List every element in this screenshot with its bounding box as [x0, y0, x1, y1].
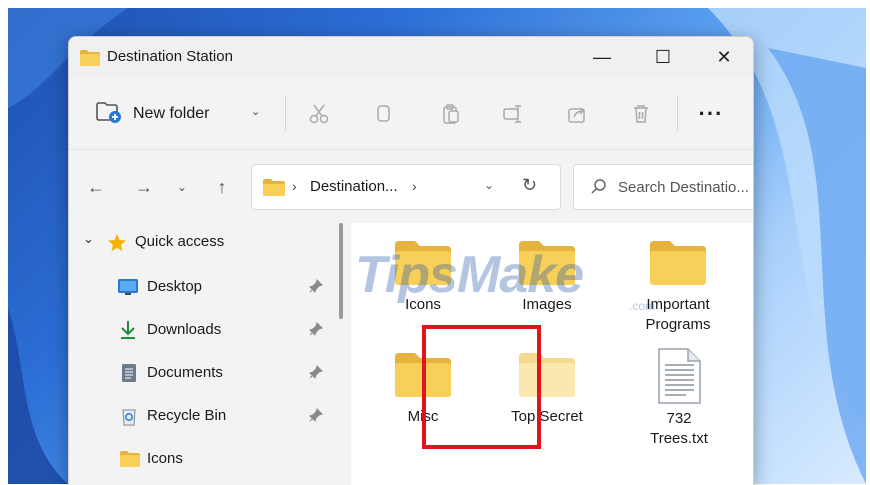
- toolbar-divider: [677, 95, 678, 131]
- minimize-button[interactable]: —: [571, 37, 633, 77]
- star-icon: [107, 233, 127, 258]
- folder-item-important-programs[interactable]: Important Programs: [623, 239, 733, 349]
- sidebar-item-quick-access[interactable]: ⌄ Quick access: [69, 223, 331, 263]
- back-button[interactable]: ←: [81, 172, 111, 202]
- document-icon: [121, 363, 137, 388]
- folder-item-icons[interactable]: Icons: [373, 239, 473, 349]
- folder-icon: [395, 353, 451, 397]
- breadcrumb-separator[interactable]: ›: [412, 178, 417, 194]
- command-bar: New folder ⌄ ···: [69, 77, 753, 149]
- sidebar-item-downloads[interactable]: Downloads: [69, 310, 331, 350]
- sidebar-item-label: Recycle Bin: [147, 407, 227, 424]
- share-icon: [568, 107, 585, 123]
- window-title: Destination Station: [107, 48, 233, 65]
- chevron-down-icon[interactable]: ⌄: [251, 105, 260, 118]
- pin-icon[interactable]: [309, 322, 323, 341]
- folder-icon: [519, 241, 575, 285]
- file-item-label: Top Secret: [511, 408, 583, 425]
- delete-icon: [634, 105, 648, 123]
- file-list: Icons Images Important Programs Misc Top…: [351, 223, 753, 485]
- navigation-pane-scrollbar[interactable]: [339, 223, 343, 319]
- address-bar[interactable]: › Destination... › ⌄ ↻: [251, 164, 561, 210]
- navigation-bar: ← → ⌄ ↑ › Destination... › ⌄ ↻: [69, 149, 753, 223]
- text-file-icon: [658, 348, 701, 404]
- rename-icon: [503, 105, 521, 123]
- search-icon: [590, 178, 608, 201]
- sidebar-item-label: Desktop: [147, 278, 203, 295]
- paste-button[interactable]: [435, 99, 467, 129]
- sidebar-item-label: Quick access: [135, 233, 225, 250]
- sidebar-item-desktop[interactable]: Desktop: [69, 267, 331, 307]
- copy-icon: [377, 105, 390, 122]
- file-item-label: 732 Trees.txt: [650, 410, 708, 447]
- up-arrow-icon: ↑: [217, 176, 227, 197]
- more-options-button[interactable]: ···: [691, 99, 731, 129]
- maximize-icon: ☐: [654, 46, 672, 67]
- folder-icon: [650, 241, 706, 285]
- file-item-label: Misc: [407, 408, 439, 425]
- toolbar-divider: [285, 95, 286, 131]
- address-history-dropdown[interactable]: ⌄: [484, 178, 494, 192]
- recent-locations-button[interactable]: ⌄: [167, 172, 197, 202]
- sidebar-item-label: Downloads: [147, 321, 222, 338]
- cut-button[interactable]: [303, 99, 335, 129]
- download-arrow-icon: [119, 320, 137, 345]
- new-folder-icon: [95, 100, 123, 129]
- new-folder-button[interactable]: New folder: [95, 97, 209, 131]
- breadcrumb-separator: ›: [292, 178, 297, 194]
- file-item-732-trees-txt[interactable]: 732 Trees.txt: [629, 347, 729, 457]
- search-box[interactable]: [573, 164, 753, 210]
- up-button[interactable]: ↑: [207, 172, 237, 202]
- folder-icon: [519, 353, 575, 397]
- search-input[interactable]: [618, 175, 753, 199]
- close-icon: ✕: [716, 46, 732, 67]
- pin-icon[interactable]: [309, 365, 323, 384]
- sidebar-item-documents[interactable]: Documents: [69, 353, 331, 393]
- folder-icon: [395, 241, 451, 285]
- rename-button[interactable]: [497, 99, 529, 129]
- recycle-bin-icon: [121, 406, 137, 431]
- pin-icon[interactable]: [309, 408, 323, 427]
- paste-icon: [443, 104, 459, 124]
- minimize-icon: —: [593, 46, 611, 67]
- navigation-pane: ⌄ Quick access Desktop Downloads Documen…: [69, 223, 339, 485]
- forward-button[interactable]: →: [129, 172, 159, 202]
- file-explorer-window: Destination Station — ☐ ✕ New folder ⌄ ·…: [68, 36, 754, 485]
- refresh-icon[interactable]: ↻: [522, 175, 537, 196]
- folder-icon: [262, 178, 286, 202]
- folder-item-top-secret[interactable]: Top Secret: [497, 351, 597, 461]
- back-arrow-icon: ←: [87, 176, 105, 197]
- delete-button[interactable]: [625, 99, 657, 129]
- folder-icon: [79, 49, 101, 72]
- sidebar-item-recycle-bin[interactable]: Recycle Bin: [69, 396, 331, 436]
- pin-icon[interactable]: [309, 279, 323, 298]
- title-bar[interactable]: Destination Station — ☐ ✕: [69, 37, 753, 77]
- new-folder-label: New folder: [133, 105, 210, 122]
- folder-item-misc[interactable]: Misc: [373, 351, 473, 461]
- folder-item-images[interactable]: Images: [497, 239, 597, 349]
- file-item-label: Icons: [405, 296, 441, 313]
- desktop-icon: [117, 278, 139, 301]
- expand-chevron-icon[interactable]: ⌄: [83, 231, 94, 247]
- chevron-down-icon: ⌄: [176, 180, 188, 194]
- forward-arrow-icon: →: [135, 176, 153, 197]
- sidebar-item-icons[interactable]: Icons: [69, 439, 331, 479]
- breadcrumb-current[interactable]: Destination...: [310, 178, 398, 195]
- folder-icon: [119, 450, 141, 473]
- sidebar-item-label: Icons: [147, 450, 183, 467]
- copy-button[interactable]: [367, 99, 399, 129]
- file-item-label: Images: [522, 296, 572, 313]
- close-button[interactable]: ✕: [693, 37, 753, 77]
- file-item-label: Important Programs: [645, 296, 711, 333]
- sidebar-item-label: Documents: [147, 364, 223, 381]
- maximize-button[interactable]: ☐: [632, 37, 694, 77]
- share-button[interactable]: [561, 99, 593, 129]
- cut-icon: [309, 104, 329, 124]
